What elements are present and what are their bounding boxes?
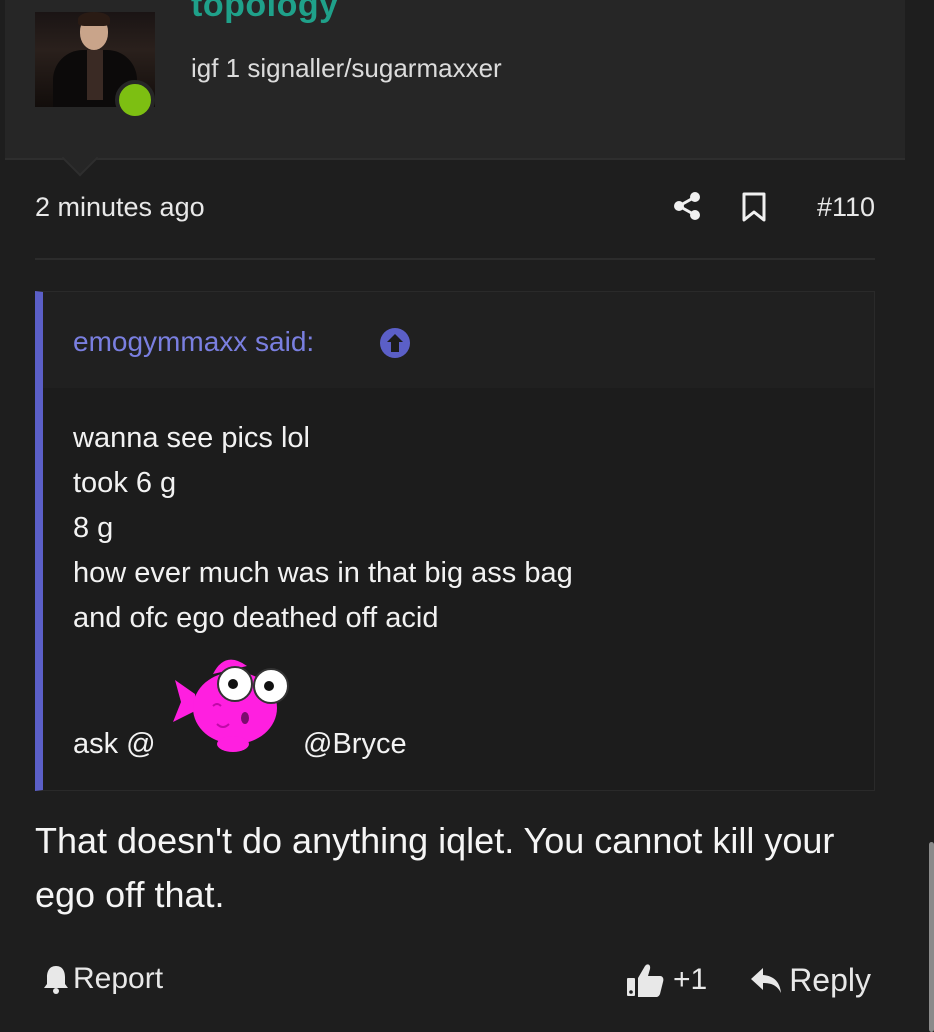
thumbs-up-icon	[627, 964, 664, 997]
bookmark-icon[interactable]	[741, 192, 767, 222]
arrow-up-circle-icon[interactable]	[379, 327, 411, 359]
scrollbar[interactable]	[929, 842, 934, 1032]
user-info-panel: topology igf 1 signaller/sugarmaxxer	[5, 0, 905, 177]
reply-label: Reply	[789, 962, 871, 998]
quote-block: emogymmaxx said: wanna see pics lol took…	[35, 291, 875, 791]
panel-pointer	[61, 139, 99, 177]
quote-author-link[interactable]: emogymmaxx said:	[73, 326, 314, 358]
post-message: That doesn't do anything iqlet. You cann…	[35, 820, 835, 915]
quote-line: and ofc ego deathed off acid	[73, 602, 439, 634]
report-label: Report	[73, 962, 164, 995]
reply-arrow-icon	[751, 967, 782, 993]
quote-text: wanna see pics lol took 6 g 8 g how ever…	[73, 416, 573, 641]
username[interactable]: topology	[191, 0, 339, 25]
pink-fish-emoji-icon	[173, 659, 289, 752]
bell-icon	[44, 966, 68, 994]
reply-button[interactable]: Reply	[749, 962, 871, 999]
post-actions: Report +1 Reply	[35, 958, 875, 1008]
online-status-icon	[115, 80, 155, 120]
post-number-link[interactable]: #110	[817, 192, 875, 223]
like-count: +1	[673, 963, 708, 996]
like-button[interactable]: +1	[625, 962, 707, 998]
quote-ask-text: ask @	[73, 728, 156, 760]
divider	[35, 258, 875, 260]
quote-line: how ever much was in that big ass bag	[73, 557, 573, 589]
quote-header: emogymmaxx said:	[43, 292, 874, 388]
report-button[interactable]: Report	[43, 962, 163, 996]
quote-line: 8 g	[73, 512, 114, 544]
mention-link[interactable]: @Bryce	[303, 728, 407, 761]
post-meta: 2 minutes ago #110	[35, 190, 875, 226]
share-icon[interactable]	[672, 191, 702, 221]
post-timestamp[interactable]: 2 minutes ago	[35, 192, 205, 223]
avatar-hair	[78, 12, 110, 26]
quote-line: wanna see pics lol	[73, 422, 310, 454]
quote-line: took 6 g	[73, 467, 177, 499]
avatar-shirt	[87, 50, 103, 100]
user-title: igf 1 signaller/sugarmaxxer	[191, 53, 502, 83]
